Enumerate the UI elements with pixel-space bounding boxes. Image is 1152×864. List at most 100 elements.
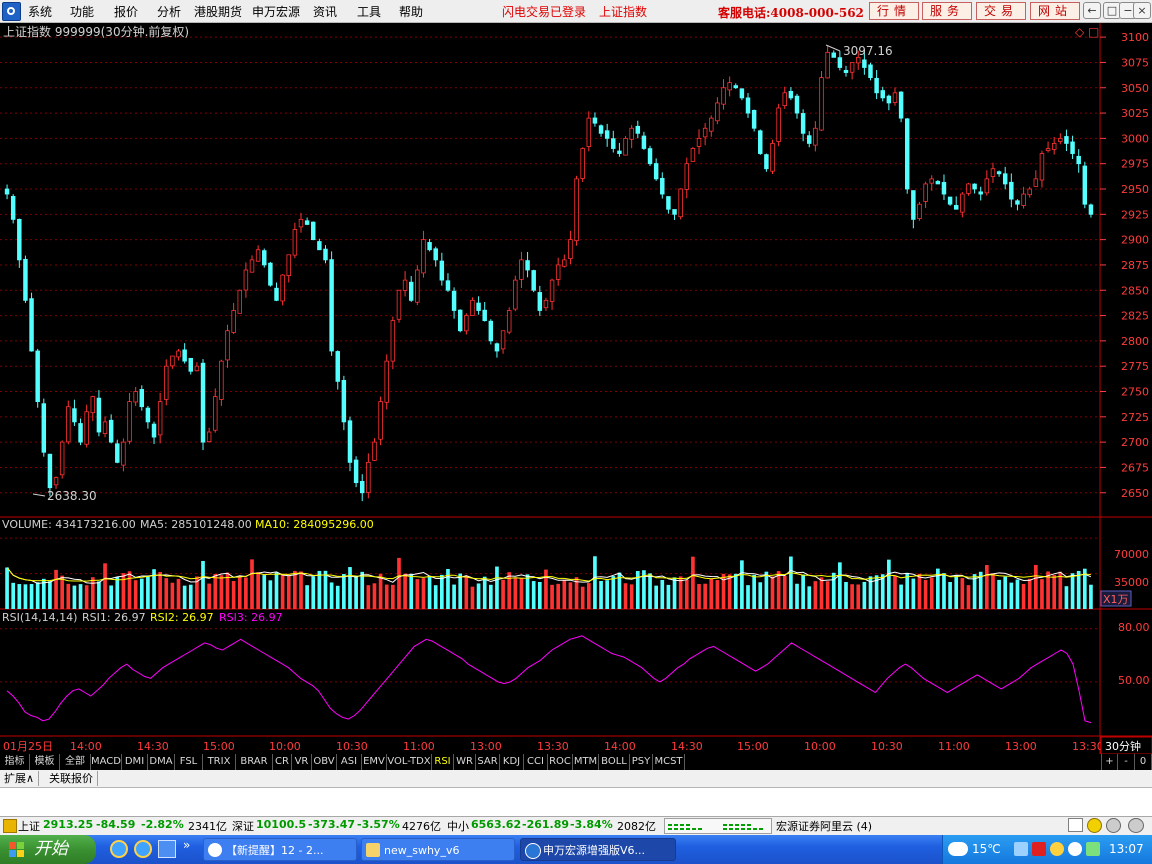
weather-icon[interactable] bbox=[948, 842, 968, 856]
ticker-icon[interactable] bbox=[3, 819, 17, 833]
taskbar-item-browser[interactable]: 【新提醒】12 - 2... bbox=[203, 838, 357, 861]
price-tick-label: 2725 bbox=[1121, 411, 1149, 424]
expand-toggle[interactable]: 扩展∧ bbox=[0, 771, 40, 786]
volume-bar bbox=[164, 578, 169, 609]
volume-bar bbox=[237, 576, 242, 609]
down-candle bbox=[439, 260, 445, 281]
quote-button[interactable]: 行情 bbox=[869, 2, 919, 20]
indicator-tab-全部[interactable]: 全部 bbox=[60, 754, 91, 770]
indicator-tab-emv[interactable]: EMV bbox=[362, 754, 387, 770]
indicator-tab-dmi[interactable]: DMI bbox=[122, 754, 148, 770]
menu-hk-futures[interactable]: 港股期货 bbox=[194, 3, 242, 20]
price-tick-label: 2675 bbox=[1121, 461, 1149, 474]
notepad-icon[interactable] bbox=[1068, 818, 1083, 832]
menu-analysis[interactable]: 分析 bbox=[157, 3, 181, 20]
menu-system[interactable]: 系统 bbox=[28, 3, 52, 20]
zoom-in-button[interactable]: + bbox=[1101, 754, 1118, 770]
menu-help[interactable]: 帮助 bbox=[399, 3, 423, 20]
volume-bar bbox=[176, 578, 181, 609]
indicator-tab-mcst[interactable]: MCST bbox=[653, 754, 685, 770]
indicator-tab-vr[interactable]: VR bbox=[292, 754, 312, 770]
broker-server[interactable]: 宏源证券阿里云 (4) bbox=[776, 818, 872, 834]
menu-quote[interactable]: 报价 bbox=[114, 3, 138, 20]
kline-chart[interactable]: 3100 3075 3050 3025 3000 2975 2950 2925 2900 2875… bbox=[0, 23, 1152, 754]
down-candle bbox=[1076, 155, 1081, 165]
indicator-tab-wr[interactable]: WR bbox=[454, 754, 476, 770]
sme-index-name[interactable]: 中小 bbox=[447, 818, 469, 834]
menu-swhy[interactable]: 申万宏源 bbox=[252, 3, 300, 20]
indicator-tab-fsl[interactable]: FSL bbox=[175, 754, 203, 770]
indicator-tab-cci[interactable]: CCI bbox=[524, 754, 548, 770]
swhy-app-icon bbox=[525, 843, 541, 859]
back-icon[interactable]: ← bbox=[1083, 2, 1101, 19]
volume-bar bbox=[813, 581, 818, 609]
volume-bar bbox=[623, 583, 628, 609]
volume-bar bbox=[354, 575, 358, 609]
period-selector[interactable]: 30分钟 bbox=[1105, 739, 1141, 753]
service-button[interactable]: 服务 bbox=[922, 2, 972, 20]
qq-icon[interactable] bbox=[1050, 842, 1064, 856]
square-icon[interactable]: □ bbox=[1088, 25, 1099, 39]
down-candle bbox=[788, 90, 794, 99]
volume-bar bbox=[1076, 570, 1081, 609]
antivirus-icon[interactable] bbox=[1032, 842, 1046, 856]
related-quote-tab[interactable]: 关联报价 bbox=[45, 771, 98, 786]
indicator-tab-boll[interactable]: BOLL bbox=[599, 754, 630, 770]
indicator-tab-obv[interactable]: OBV bbox=[312, 754, 337, 770]
qq-icon[interactable] bbox=[1068, 842, 1082, 856]
diamond-icon[interactable]: ◇ bbox=[1075, 25, 1085, 39]
volume-bar bbox=[391, 584, 395, 609]
sh-index-name[interactable]: 上证 bbox=[18, 818, 40, 834]
indicator-tab-vol-tdx[interactable]: VOL-TDX bbox=[387, 754, 432, 770]
smiley-icon[interactable] bbox=[1087, 818, 1102, 833]
time-label: 13:00 bbox=[1005, 740, 1037, 753]
indicator-tab-macd[interactable]: MACD bbox=[91, 754, 122, 770]
indicator-tab-roc[interactable]: ROC bbox=[548, 754, 573, 770]
indicator-tab-mtm[interactable]: MTM bbox=[573, 754, 599, 770]
indicator-tab-cr[interactable]: CR bbox=[273, 754, 292, 770]
price-tick-label: 3100 bbox=[1121, 31, 1149, 44]
indicator-tab-trix[interactable]: TRIX bbox=[203, 754, 236, 770]
ie-icon[interactable] bbox=[134, 840, 152, 858]
app-logo-icon[interactable] bbox=[2, 2, 21, 21]
close-icon[interactable]: × bbox=[1133, 2, 1151, 19]
network-icon[interactable] bbox=[1014, 842, 1028, 856]
sz-index-name[interactable]: 深证 bbox=[232, 818, 254, 834]
taskbar-item-folder[interactable]: new_swhy_v6 bbox=[361, 838, 515, 861]
zoom-out-button[interactable]: - bbox=[1118, 754, 1135, 770]
taskbar-item-swhy[interactable]: 申万宏源增强版V6... bbox=[520, 838, 676, 861]
start-button[interactable]: 开始 bbox=[0, 835, 96, 864]
indicator-tab-模板[interactable]: 模板 bbox=[30, 754, 60, 770]
volume-bar bbox=[599, 580, 603, 609]
menu-function[interactable]: 功能 bbox=[70, 3, 94, 20]
desktop-icon[interactable] bbox=[158, 840, 176, 858]
sound-icon[interactable] bbox=[1128, 818, 1144, 833]
indicator-tab-sar[interactable]: SAR bbox=[476, 754, 500, 770]
menu-news[interactable]: 资讯 bbox=[313, 3, 337, 20]
ie-icon[interactable] bbox=[110, 840, 128, 858]
down-candle bbox=[457, 309, 463, 332]
up-candle bbox=[929, 178, 934, 184]
chevron-right-icon[interactable]: » bbox=[183, 838, 190, 852]
down-candle bbox=[617, 150, 622, 154]
shield-icon[interactable] bbox=[1086, 842, 1100, 856]
menu-tools[interactable]: 工具 bbox=[357, 3, 381, 20]
indicator-tab-kdj[interactable]: KDJ bbox=[500, 754, 524, 770]
website-button[interactable]: 网站 bbox=[1030, 2, 1080, 20]
indicator-tab-dma[interactable]: DMA bbox=[148, 754, 175, 770]
up-candle bbox=[702, 127, 708, 138]
volume-bar bbox=[825, 581, 830, 609]
indicator-tab-rsi[interactable]: RSI bbox=[432, 754, 454, 770]
volume-bar bbox=[703, 583, 707, 609]
indicator-tab-psy[interactable]: PSY bbox=[630, 754, 653, 770]
flash-trade-notice[interactable]: 闪电交易已登录 bbox=[502, 3, 586, 20]
indicator-tab-asi[interactable]: ASI bbox=[337, 754, 362, 770]
sme-index-pct: -3.84% bbox=[570, 818, 613, 831]
indicator-tab-指标[interactable]: 指标 bbox=[0, 754, 30, 770]
trade-button[interactable]: 交易 bbox=[976, 2, 1026, 20]
up-candle bbox=[990, 168, 996, 177]
zoom-reset-button[interactable]: 0 bbox=[1135, 754, 1152, 770]
lock-icon[interactable] bbox=[1106, 818, 1121, 833]
indicator-tab-brar[interactable]: BRAR bbox=[236, 754, 273, 770]
volume-bar bbox=[66, 583, 71, 609]
